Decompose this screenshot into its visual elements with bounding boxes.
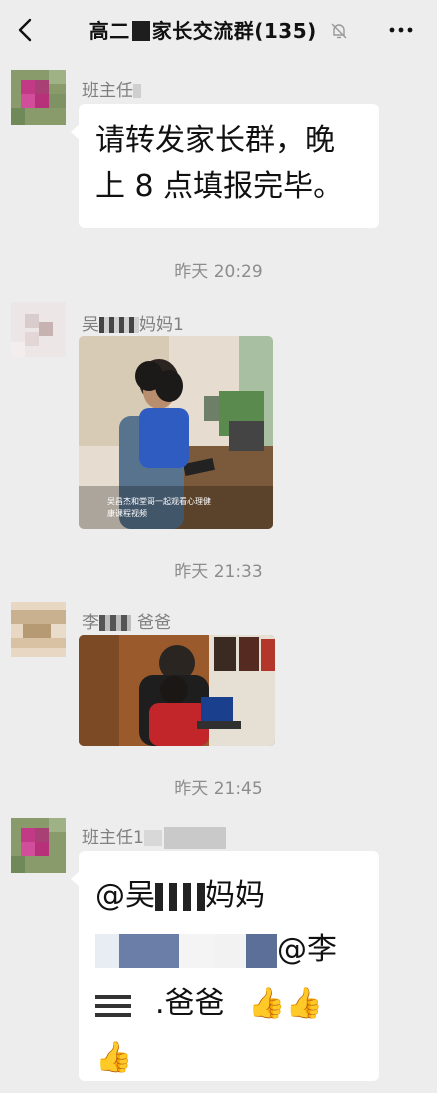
sender-name: 吴妈妈1 bbox=[82, 315, 184, 335]
chat-title-prefix: 高二 bbox=[88, 19, 130, 43]
sender-name: 班主任 bbox=[82, 76, 141, 101]
photo-message[interactable]: 吴昌杰和堂哥一起观看心理健 康课程视频 bbox=[79, 336, 273, 529]
sender-name: 李爸爸 bbox=[82, 613, 171, 633]
avatar[interactable] bbox=[11, 302, 66, 357]
avatar-image bbox=[11, 818, 66, 873]
mention-line: @吴 妈妈 bbox=[95, 878, 265, 913]
chat-title-suffix: 家长交流群(135) bbox=[151, 19, 317, 43]
message-bubble[interactable]: @吴 妈妈 @李 .爸爸 👍👍 👍 bbox=[71, 851, 379, 1081]
timestamp: 昨天 20:29 bbox=[174, 262, 263, 282]
message-text-line: 请转发家长群，晚 bbox=[95, 123, 335, 158]
chat-header: 高二 家长交流群(135) bbox=[0, 0, 437, 60]
redaction-block bbox=[131, 21, 150, 41]
thumbs-up-icon: 👍 bbox=[285, 986, 323, 1021]
avatar[interactable] bbox=[11, 602, 66, 657]
photo-caption: 吴昌杰和堂哥一起观看心理健 康课程视频 bbox=[107, 497, 211, 518]
emoji-line: 👍 bbox=[95, 1031, 337, 1085]
avatar-image bbox=[11, 602, 66, 657]
timestamp: 昨天 21:45 bbox=[174, 779, 263, 799]
avatar-image bbox=[11, 70, 66, 125]
sender-name: 班主任1 bbox=[82, 823, 226, 849]
photo-image bbox=[79, 635, 275, 746]
message-bubble[interactable]: 请转发家长群，晚 上 8 点填报完毕。 bbox=[71, 104, 379, 228]
chat-title: 高二 家长交流群(135) bbox=[0, 15, 437, 44]
thumbs-up-icon: 👍 bbox=[248, 986, 286, 1021]
mention-line: .爸爸 👍👍 bbox=[95, 977, 337, 1031]
mention-line: @李 bbox=[95, 923, 337, 977]
avatar[interactable] bbox=[11, 818, 66, 873]
avatar-image bbox=[11, 302, 66, 357]
more-dots-icon[interactable] bbox=[387, 18, 415, 42]
timestamp: 昨天 21:33 bbox=[174, 562, 263, 582]
avatar[interactable] bbox=[11, 70, 66, 125]
thumbs-up-icon: 👍 bbox=[95, 1040, 133, 1075]
photo-message[interactable] bbox=[79, 635, 275, 746]
message-text-line: 上 8 点填报完毕。 bbox=[95, 169, 344, 204]
mute-bell-icon bbox=[331, 23, 347, 39]
